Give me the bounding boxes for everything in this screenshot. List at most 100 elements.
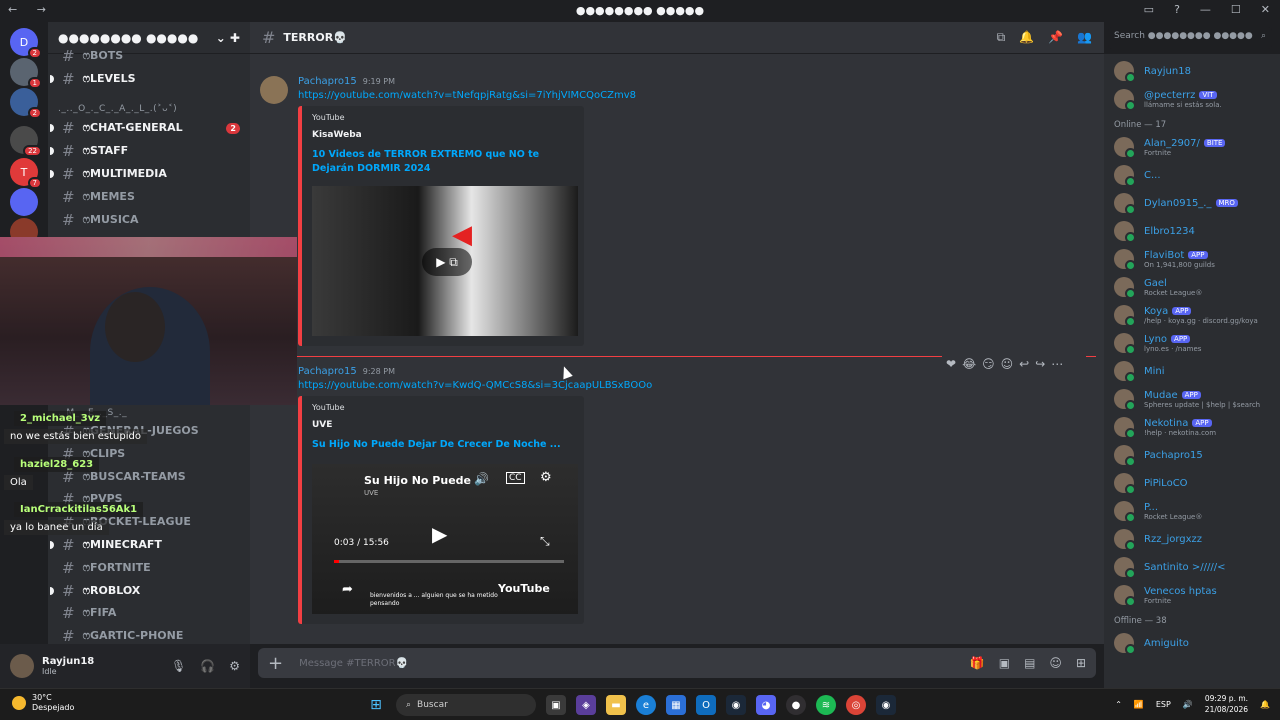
discord-icon[interactable]: ◕ [756, 695, 776, 715]
language-indicator[interactable]: ESP [1156, 700, 1171, 709]
windows-start-icon[interactable]: ⊞ [366, 695, 386, 715]
more-icon[interactable]: ⋯ [1051, 357, 1063, 371]
settings-gear-icon[interactable]: ⚙ [540, 470, 552, 485]
captions-icon[interactable]: CC [506, 472, 525, 484]
channel-item[interactable]: # ෆSTAFF [50, 141, 246, 161]
maximize-button[interactable]: ☐ [1231, 3, 1241, 16]
close-button[interactable]: ✕ [1261, 3, 1270, 16]
volume-icon[interactable]: 🔊 [1183, 700, 1193, 709]
server-icon[interactable]: 1 [10, 58, 42, 89]
apps-icon[interactable]: ⊞ [1076, 656, 1086, 670]
channel-item[interactable]: # ෆBOTS [56, 46, 246, 66]
fullscreen-icon[interactable]: ⤡ [540, 534, 550, 549]
channel-item[interactable]: # ෆMULTIMEDIA [50, 164, 246, 184]
emoji-icon[interactable]: ☺ [1049, 656, 1062, 670]
laugh-reaction-icon[interactable]: 😂 [962, 357, 976, 371]
member-item[interactable]: FlaviBot APP On 1,941,800 guilds [1114, 246, 1278, 272]
member-item[interactable]: Venecos hptas Fortnite [1114, 582, 1278, 608]
member-item[interactable]: Mudae APP Spheres update | $help | $search [1114, 386, 1278, 412]
member-item[interactable]: PiPiLoCO [1114, 470, 1278, 496]
member-item[interactable]: Amiguito [1114, 630, 1278, 656]
pin-icon[interactable]: 📌 [1048, 30, 1063, 45]
settings-gear-icon[interactable]: ⚙ [229, 659, 240, 673]
sticker-icon[interactable]: ▤ [1024, 656, 1035, 670]
channel-item[interactable]: # ෆFORTNITE [56, 558, 246, 578]
youtube-logo[interactable]: YouTube [498, 582, 550, 595]
add-reaction-icon[interactable]: ☺ [1001, 357, 1014, 371]
search-input[interactable]: Search ●●●●●●●● ●●●●● ⌕ [1108, 27, 1272, 49]
channel-item[interactable]: # ෆMEMES [56, 187, 246, 207]
member-item[interactable]: P... Rocket League® [1114, 498, 1278, 524]
server-icon[interactable]: T7 [10, 158, 42, 189]
member-item[interactable]: C... [1114, 162, 1278, 188]
heart-reaction-icon[interactable]: ❤ [946, 357, 956, 371]
server-icon[interactable]: 22 [10, 126, 42, 157]
play-icon[interactable]: ▶ ⧉ [422, 248, 472, 276]
store-icon[interactable]: ▦ [666, 695, 686, 715]
spotify-icon[interactable]: ≋ [816, 695, 836, 715]
member-item[interactable]: Santinito >/////< [1114, 554, 1278, 580]
channel-item[interactable]: # ෆMUSICA [56, 210, 246, 230]
add-member-icon[interactable]: ⌄ ✚ [216, 31, 240, 45]
member-item[interactable]: Lyno APP lyno.es · /names [1114, 330, 1278, 356]
file-explorer-icon[interactable]: ▬ [606, 695, 626, 715]
headphones-icon[interactable]: 🎧 [200, 659, 215, 673]
smile-reaction-icon[interactable]: 😏 [982, 357, 995, 371]
message-link[interactable]: https://youtube.com/watch?v=KwdQ-QMCcS8&… [298, 380, 652, 391]
member-item[interactable]: Dylan0915_._ MRO [1114, 190, 1278, 216]
message-author[interactable]: Pachapro15 9:19 PM [298, 76, 395, 87]
reply-icon[interactable]: ↩ [1019, 357, 1029, 371]
bell-icon[interactable]: 🔔 [1019, 30, 1034, 45]
widgets-icon[interactable]: ◈ [576, 695, 596, 715]
message-composer[interactable]: + Message #TERROR💀 🎁 ▣ ▤ ☺ ⊞ [258, 648, 1096, 678]
member-item[interactable]: Rzz_jorgxzz [1114, 526, 1278, 552]
message-author[interactable]: Pachapro15 9:28 PM [298, 366, 395, 377]
channel-item[interactable]: # ෆCHAT-GENERAL 2 [50, 118, 246, 138]
embed-title[interactable]: 10 Videos de TERROR EXTREMO que NO te De… [312, 148, 572, 176]
task-view-icon[interactable]: ▣ [546, 695, 566, 715]
avatar[interactable] [10, 654, 34, 678]
inbox-icon[interactable]: ▭ [1144, 3, 1154, 16]
member-item[interactable]: Alan_2907/BITE Fortnite [1114, 134, 1278, 160]
member-item[interactable]: Gael Rocket League® [1114, 274, 1278, 300]
channel-item[interactable]: # ෆLEVELS [50, 69, 246, 89]
server-icon[interactable] [10, 188, 38, 216]
microphone-icon[interactable]: 🎙 [171, 659, 186, 673]
server-icon[interactable]: 2 [10, 88, 42, 119]
avatar[interactable] [260, 76, 288, 104]
steam-icon[interactable]: ◉ [726, 695, 746, 715]
member-item[interactable]: Elbro1234 [1114, 218, 1278, 244]
channel-item[interactable]: # ෆFIFA [56, 603, 246, 623]
message-link[interactable]: https://youtube.com/watch?v=tNefqpjRatg&… [298, 90, 636, 101]
forward-icon[interactable]: ↪ [1035, 357, 1045, 371]
member-item[interactable]: Rayjun18 [1114, 58, 1278, 84]
video-thumbnail[interactable]: ▶ ⧉ ◀ [312, 186, 578, 336]
member-list-icon[interactable]: 👥 [1077, 30, 1092, 45]
clock[interactable]: 09:29 p. m. 21/08/2026 [1205, 693, 1248, 715]
play-button[interactable]: ▶ [432, 522, 447, 546]
help-icon[interactable]: ? [1174, 3, 1180, 16]
share-icon[interactable]: ➦ [342, 582, 353, 597]
outlook-icon[interactable]: O [696, 695, 716, 715]
channel-item[interactable]: # ෆROBLOX [50, 581, 246, 601]
member-item[interactable]: Mini [1114, 358, 1278, 384]
network-icon[interactable]: 📶 [1134, 700, 1144, 709]
member-item[interactable]: Pachapro15 [1114, 442, 1278, 468]
member-item[interactable]: Koya APP/help · koya.gg · discord.gg/koya [1114, 302, 1278, 328]
gif-icon[interactable]: ▣ [999, 656, 1010, 670]
steam-icon-2[interactable]: ◉ [876, 695, 896, 715]
threads-icon[interactable]: ⧉ [997, 30, 1006, 45]
edge-icon[interactable]: e [636, 695, 656, 715]
taskbar-search[interactable]: ⌕ Buscar [396, 694, 536, 716]
weather-widget[interactable]: 30°C Despejado [12, 693, 74, 713]
notification-icon[interactable]: 🔔 [1260, 700, 1270, 709]
volume-icon[interactable]: 🔊 [474, 472, 489, 486]
minimize-button[interactable]: — [1200, 3, 1211, 16]
chevron-up-icon[interactable]: ⌃ [1115, 700, 1122, 709]
category-header[interactable]: ._.._O_._C_._A_._L_.(˃ᴗ˂) [58, 104, 238, 114]
member-item[interactable]: Nekotina APP !help · nekotina.com [1114, 414, 1278, 440]
embed-provider[interactable]: YouTube [312, 113, 345, 122]
server-icon[interactable]: D2 [10, 28, 42, 59]
chrome-icon[interactable]: ◎ [846, 695, 866, 715]
progress-bar[interactable] [334, 560, 564, 563]
